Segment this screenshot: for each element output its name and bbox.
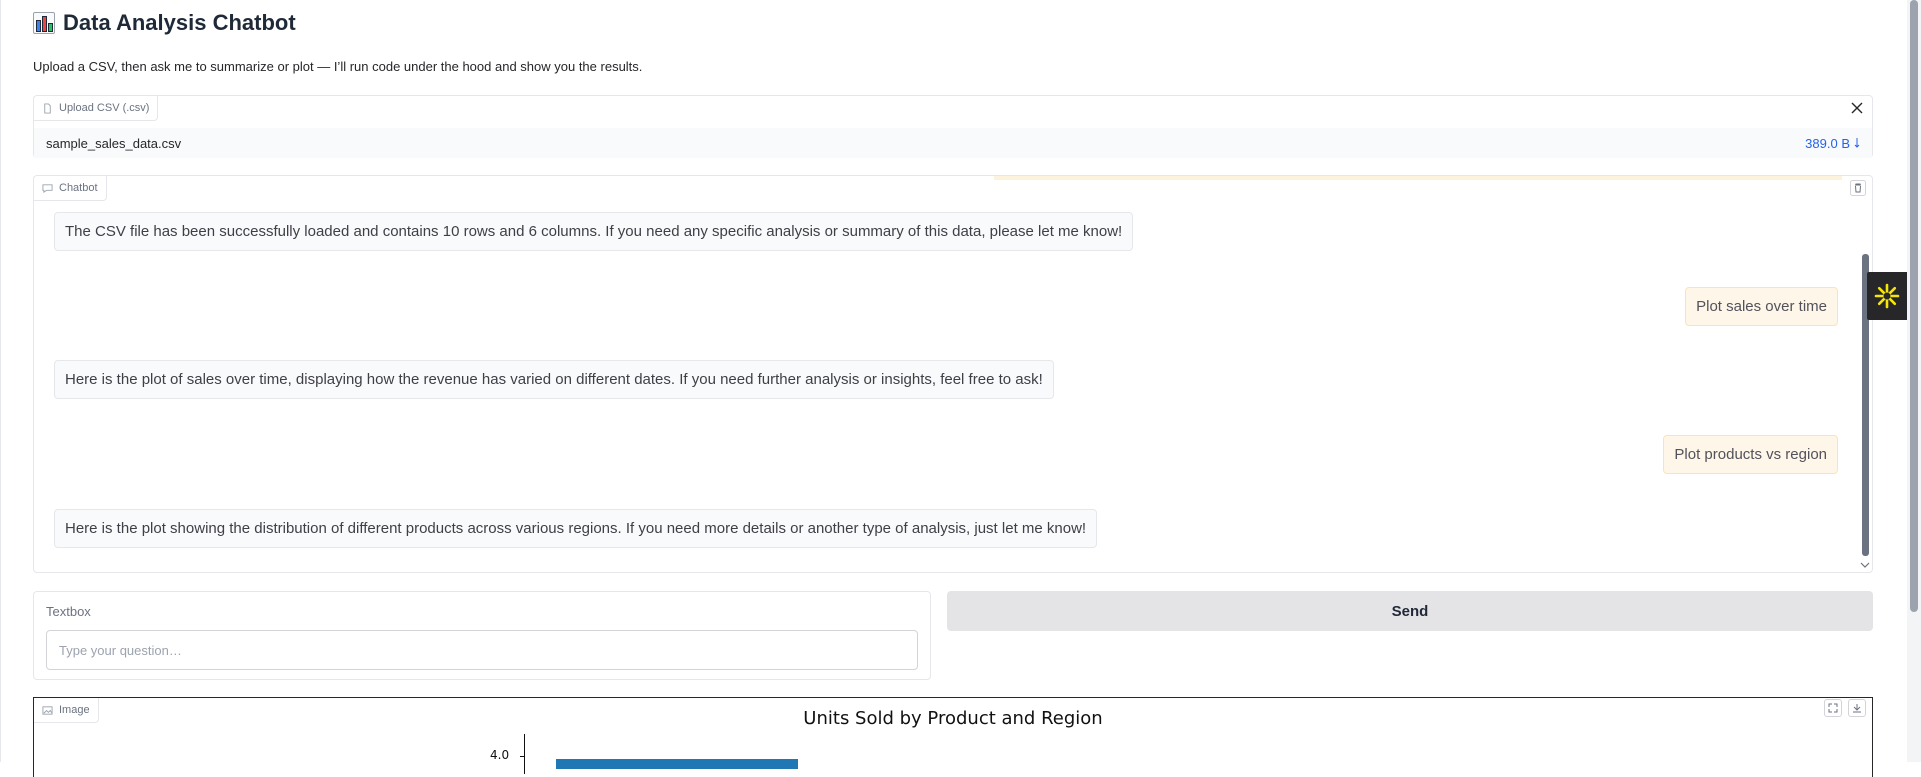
chatbot-panel: Chatbot The CSV file has been successful…: [33, 175, 1873, 573]
chart-bar: [556, 759, 798, 769]
bot-message: Here is the plot of sales over time, dis…: [54, 360, 1054, 399]
file-icon: [44, 102, 51, 114]
sparkle-icon: [1874, 283, 1900, 309]
question-textbox-panel: Textbox: [33, 591, 931, 680]
chatbot-label: Chatbot: [59, 182, 98, 194]
bot-message: Here is the plot showing the distributio…: [54, 509, 1098, 548]
close-icon[interactable]: [1848, 99, 1866, 117]
textbox-label: Textbox: [46, 604, 91, 619]
chart-y-axis: [524, 734, 525, 774]
file-name: sample_sales_data.csv: [46, 135, 182, 151]
upload-label-chip: Upload CSV (.csv): [34, 96, 159, 121]
bot-message: The CSV file has been successfully loade…: [54, 212, 1134, 251]
bar-chart-icon: [33, 12, 55, 34]
scroll-down-icon[interactable]: [1860, 560, 1870, 570]
upload-csv-panel[interactable]: Upload CSV (.csv) sample_sales_data.csv …: [33, 95, 1873, 158]
download-arrow-icon: [1854, 138, 1860, 148]
page-scrollbar-thumb[interactable]: [1910, 0, 1918, 612]
chatbot-label-chip: Chatbot: [34, 176, 107, 201]
chart-y-tick-mark: [520, 756, 524, 757]
app-header: Data Analysis Chatbot: [33, 10, 296, 36]
chart-y-tick-label: 4.0: [490, 748, 510, 762]
file-size: 389.0 B: [1805, 135, 1850, 151]
page-scrollbar[interactable]: [1907, 0, 1921, 762]
page-left-edge: [0, 0, 1, 762]
user-message: Plot products vs region: [1663, 435, 1838, 474]
trash-icon[interactable]: [1850, 180, 1866, 196]
message-bubble-edge: [994, 176, 1842, 180]
chat-icon: [42, 183, 53, 193]
question-input[interactable]: [46, 630, 918, 670]
file-size-download-link[interactable]: 389.0 B: [1805, 136, 1860, 151]
page-subtitle: Upload a CSV, then ask me to summarize o…: [33, 59, 643, 74]
chart-title: Units Sold by Product and Region: [803, 708, 1103, 729]
send-button[interactable]: Send: [947, 591, 1873, 631]
page-title: Data Analysis Chatbot: [63, 10, 296, 35]
uploaded-file-row[interactable]: sample_sales_data.csv 389.0 B: [34, 128, 1872, 158]
upload-label: Upload CSV (.csv): [59, 102, 150, 114]
assistant-widget-button[interactable]: [1867, 272, 1907, 320]
user-message: Plot sales over time: [1685, 287, 1838, 326]
image-output-panel: Image Units Sold by Product and Region 4…: [33, 697, 1873, 777]
